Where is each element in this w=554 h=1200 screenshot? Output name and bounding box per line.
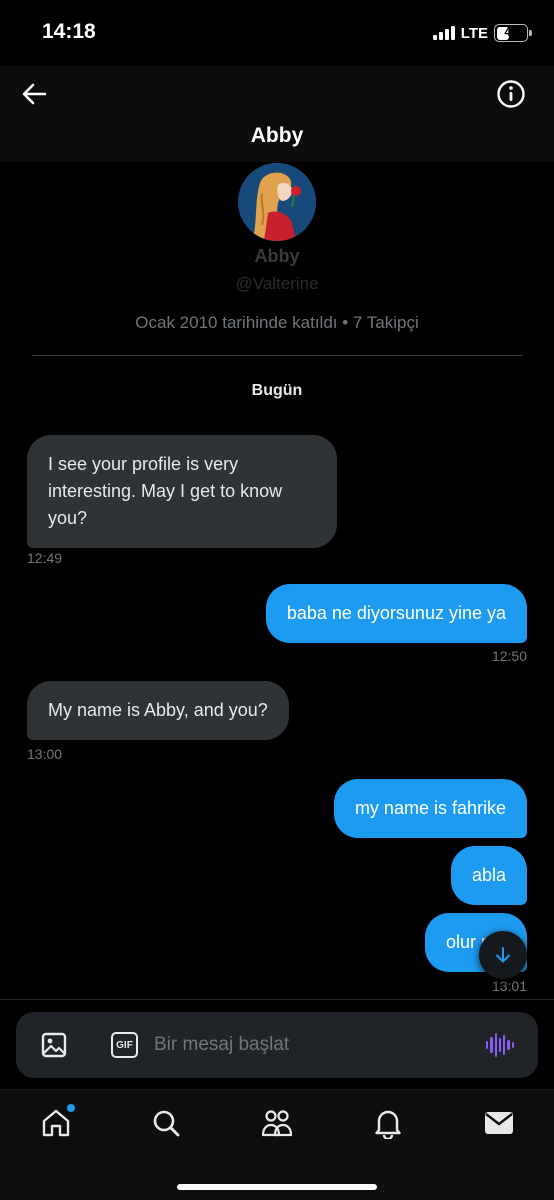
arrow-left-icon [22,83,47,105]
signal-icon [432,26,455,40]
nav-home[interactable] [39,1104,75,1140]
message-time: 13:01 [491,978,527,994]
message-bubble-incoming[interactable]: I see your profile is very interesting. … [27,435,337,548]
battery-icon: 44 [494,24,532,42]
message-input[interactable] [154,1025,474,1065]
message-bubble-outgoing[interactable]: my name is fahrike [333,779,527,838]
home-indicator [177,1184,377,1190]
info-button[interactable] [496,79,526,109]
avatar-illustration [238,163,316,241]
conversation-title: Abby [250,124,304,147]
voice-message-button[interactable] [486,1032,514,1058]
divider [32,355,522,356]
message-time: 13:00 [27,746,63,762]
info-icon [497,80,525,108]
status-indicators: LTE 44 [432,24,532,42]
conversation-header: Abby [0,66,554,162]
home-icon [42,1109,70,1137]
image-icon [41,1032,67,1058]
bell-icon [375,1110,401,1139]
message-time: 12:49 [27,550,63,566]
gif-button[interactable]: GIF [111,1032,138,1058]
date-separator: Bugün [251,382,303,399]
message-bubble-incoming[interactable]: My name is Abby, and you? [27,681,289,740]
message-bubble-outgoing[interactable]: abla [450,846,527,905]
message-bubble-outgoing[interactable]: baba ne diyorsunuz yine ya [265,584,527,643]
nav-messages[interactable] [482,1106,516,1140]
profile-name: Abby [254,246,300,266]
nav-search[interactable] [149,1106,183,1140]
battery-level: 44 [504,25,518,39]
notification-dot [67,1104,75,1112]
arrow-down-icon [496,947,510,963]
nav-notifications[interactable] [371,1106,405,1140]
image-button[interactable] [40,1031,68,1059]
envelope-icon [485,1112,513,1134]
status-bar: 14:18 LTE 44 [0,0,554,66]
avatar[interactable] [238,163,316,241]
composer-divider [0,999,554,1000]
status-time: 14:18 [42,20,96,43]
profile-meta: Ocak 2010 tarihinde katıldı • 7 Takipçi [135,313,419,332]
back-button[interactable] [18,78,50,110]
scroll-to-bottom-button[interactable] [479,931,527,979]
search-icon [153,1110,180,1137]
message-composer: GIF [16,1012,538,1078]
nav-communities[interactable] [260,1106,294,1140]
network-label: LTE [460,24,488,42]
profile-handle: @Valterine [235,274,319,293]
communities-icon [261,1110,293,1137]
message-time: 12:50 [491,648,527,664]
